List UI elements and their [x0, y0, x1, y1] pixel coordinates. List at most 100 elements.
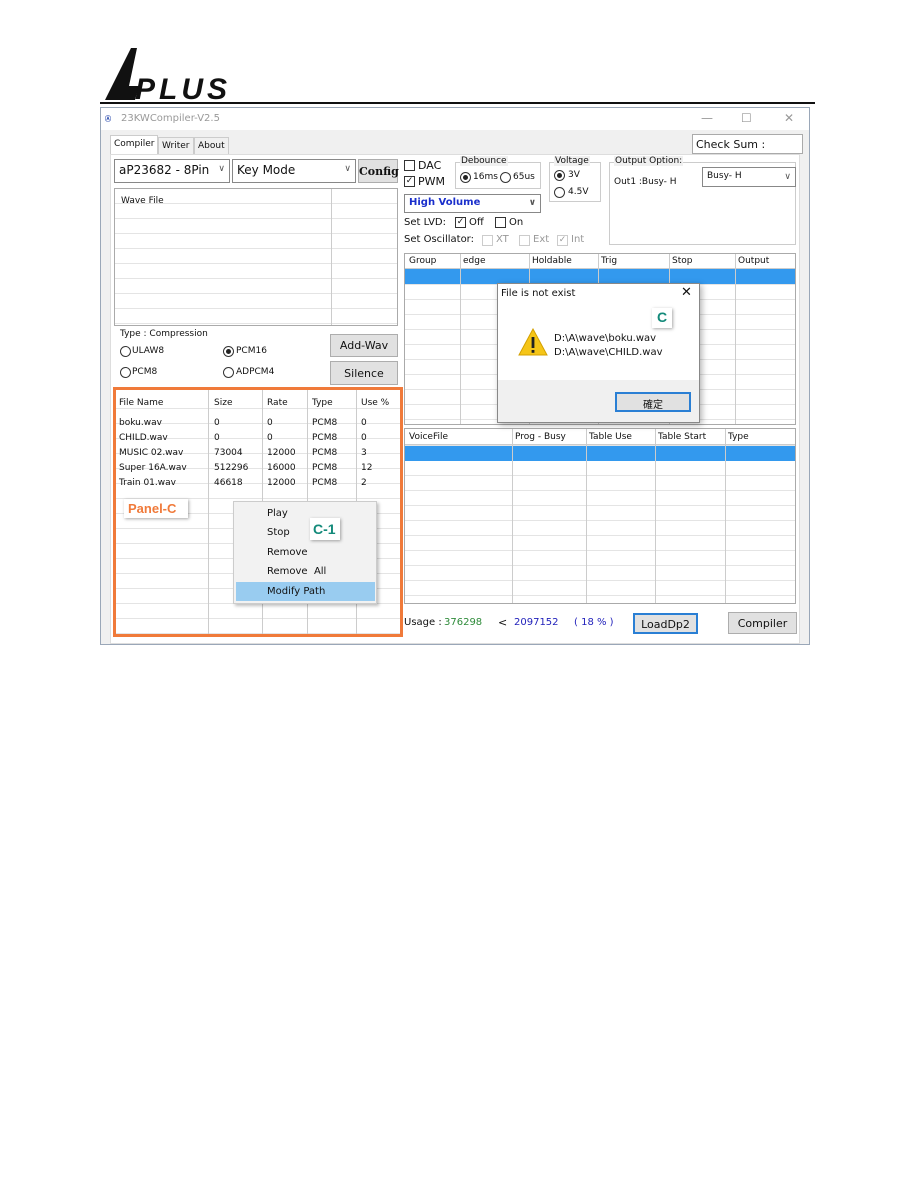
dialog-close-icon[interactable]: ✕ — [681, 285, 692, 300]
file-table-header[interactable]: Rate — [267, 398, 288, 408]
silence-button[interactable]: Silence — [330, 361, 398, 385]
table-row[interactable]: MUSIC 02.wav 73004 12000 PCM8 3 — [116, 448, 400, 463]
table-cell: CHILD.wav — [119, 433, 168, 443]
context-menu: Play Stop Remove Remove All Modify Path — [233, 501, 377, 604]
minimize-button[interactable]: — — [701, 111, 713, 125]
table-cell: PCM8 — [312, 478, 338, 488]
selected-row[interactable] — [405, 269, 795, 284]
file-table-header[interactable]: File Name — [119, 398, 163, 408]
compression-title: Type : Compression — [120, 329, 208, 339]
voice-table-header[interactable]: VoiceFile — [409, 432, 448, 442]
dialog-title: File is not exist — [501, 288, 576, 299]
file-table-header[interactable]: Type — [312, 398, 333, 408]
int-checkbox[interactable]: ✓ — [557, 235, 568, 246]
pwm-checkbox[interactable]: ✓ — [404, 176, 415, 187]
selected-row[interactable] — [405, 446, 795, 461]
menu-item-stop[interactable]: Stop — [267, 527, 290, 538]
tab-writer[interactable]: Writer — [158, 137, 194, 154]
close-button[interactable]: ✕ — [784, 111, 794, 125]
output-option-title: Output Option: — [614, 156, 684, 166]
debounce-group: Debounce 16ms 65us — [455, 156, 541, 189]
xt-checkbox[interactable] — [482, 235, 493, 246]
output-select-value: Busy- H — [707, 171, 742, 181]
voice-table-header[interactable]: Type — [728, 432, 749, 442]
add-wav-button[interactable]: Add-Wav — [330, 334, 398, 357]
dialog-message-line: D:\A\wave\boku.wav — [554, 333, 657, 344]
ok-button[interactable]: 確定 — [615, 392, 691, 412]
mode-select-value: Key Mode — [237, 163, 296, 177]
volume-select[interactable]: High Volume ∨ — [404, 194, 541, 213]
compression-group: Type : Compression ULAW8 PCM16 PCM8 ADPC… — [114, 329, 326, 386]
table-cell: 0 — [214, 418, 220, 428]
ext-checkbox[interactable] — [519, 235, 530, 246]
menu-item-remove-all[interactable]: Remove All — [267, 566, 326, 577]
key-table-header[interactable]: Output — [738, 256, 769, 266]
table-cell: 0 — [267, 433, 273, 443]
radio-65us[interactable] — [500, 172, 511, 183]
lvd-on-checkbox[interactable] — [495, 217, 506, 228]
menu-item-remove[interactable]: Remove — [267, 547, 308, 558]
out1-label: Out1 :Busy- H — [614, 177, 677, 187]
voice-table-header[interactable]: Table Start — [658, 432, 706, 442]
wave-file-list[interactable]: Wave File — [114, 188, 398, 326]
table-cell: 0 — [361, 418, 367, 428]
c-tag: C — [652, 308, 672, 328]
key-table-header[interactable]: Trig — [601, 256, 617, 266]
voice-table-header[interactable]: Table Use — [589, 432, 632, 442]
key-table-header[interactable]: Group — [409, 256, 436, 266]
title-bar: Ⓐ 23KWCompiler-V2.5 — ☐ ✕ — [101, 108, 809, 130]
table-cell: 3 — [361, 448, 367, 458]
table-cell: 0 — [361, 433, 367, 443]
key-table-header[interactable]: edge — [463, 256, 486, 266]
panel-c-tag: Panel-C — [124, 499, 188, 518]
file-table-header[interactable]: Use % — [361, 398, 389, 408]
chip-select-value: aP23682 - 8Pin — [119, 163, 210, 177]
output-select[interactable]: Busy- H ∨ — [702, 167, 796, 187]
radio-16ms[interactable] — [460, 172, 471, 183]
aplus-logo: PLUS — [105, 48, 227, 102]
loaddp2-button[interactable]: LoadDp2 — [633, 613, 698, 634]
radio-pcm16[interactable] — [223, 346, 234, 357]
table-cell: 512296 — [214, 463, 249, 473]
check-sum-field[interactable]: Check Sum : — [692, 134, 803, 154]
table-cell: boku.wav — [119, 418, 162, 428]
usage-value: 376298 — [444, 617, 483, 628]
radio-label: 16ms — [473, 172, 498, 182]
oscillator-label: Set Oscillator: — [404, 234, 474, 245]
table-cell: PCM8 — [312, 418, 338, 428]
svg-text:PLUS: PLUS — [135, 73, 227, 102]
table-cell: PCM8 — [312, 448, 338, 458]
radio-ulaw8[interactable] — [120, 346, 131, 357]
menu-item-modify-path[interactable]: Modify Path — [267, 586, 325, 597]
voice-table[interactable]: VoiceFile Prog - Busy Table Use Table Start… — [404, 428, 796, 604]
radio-label: PCM8 — [132, 367, 158, 377]
chevron-down-icon: ∨ — [528, 198, 536, 208]
menu-item-play[interactable]: Play — [267, 508, 288, 519]
key-table-header[interactable]: Stop — [672, 256, 692, 266]
radio-pcm8[interactable] — [120, 367, 131, 378]
app-window: Ⓐ 23KWCompiler-V2.5 — ☐ ✕ Compiler Write… — [100, 107, 810, 645]
maximize-button[interactable]: ☐ — [741, 111, 752, 125]
radio-3v[interactable] — [554, 170, 565, 181]
mode-select[interactable]: Key Mode ∨ — [232, 159, 356, 183]
wave-file-header: Wave File — [121, 196, 164, 206]
tab-compiler[interactable]: Compiler — [110, 135, 158, 155]
lvd-off-checkbox[interactable]: ✓ — [455, 217, 466, 228]
tab-about[interactable]: About — [194, 137, 229, 154]
table-row[interactable]: boku.wav 0 0 PCM8 0 — [116, 418, 400, 433]
table-cell: 16000 — [267, 463, 296, 473]
table-cell: 0 — [267, 418, 273, 428]
table-cell: Super 16A.wav — [119, 463, 187, 473]
config-button[interactable]: Config — [358, 159, 399, 183]
table-row[interactable]: Train 01.wav 46618 12000 PCM8 2 — [116, 478, 400, 493]
table-row[interactable]: Super 16A.wav 512296 16000 PCM8 12 — [116, 463, 400, 478]
compiler-button[interactable]: Compiler — [728, 612, 797, 634]
key-table-header[interactable]: Holdable — [532, 256, 572, 266]
dac-checkbox[interactable] — [404, 160, 415, 171]
chip-select[interactable]: aP23682 - 8Pin ∨ — [114, 159, 230, 183]
table-row[interactable]: CHILD.wav 0 0 PCM8 0 — [116, 433, 400, 448]
radio-adpcm4[interactable] — [223, 367, 234, 378]
file-table-header[interactable]: Size — [214, 398, 232, 408]
voice-table-header[interactable]: Prog - Busy — [515, 432, 566, 442]
radio-4-5v[interactable] — [554, 187, 565, 198]
